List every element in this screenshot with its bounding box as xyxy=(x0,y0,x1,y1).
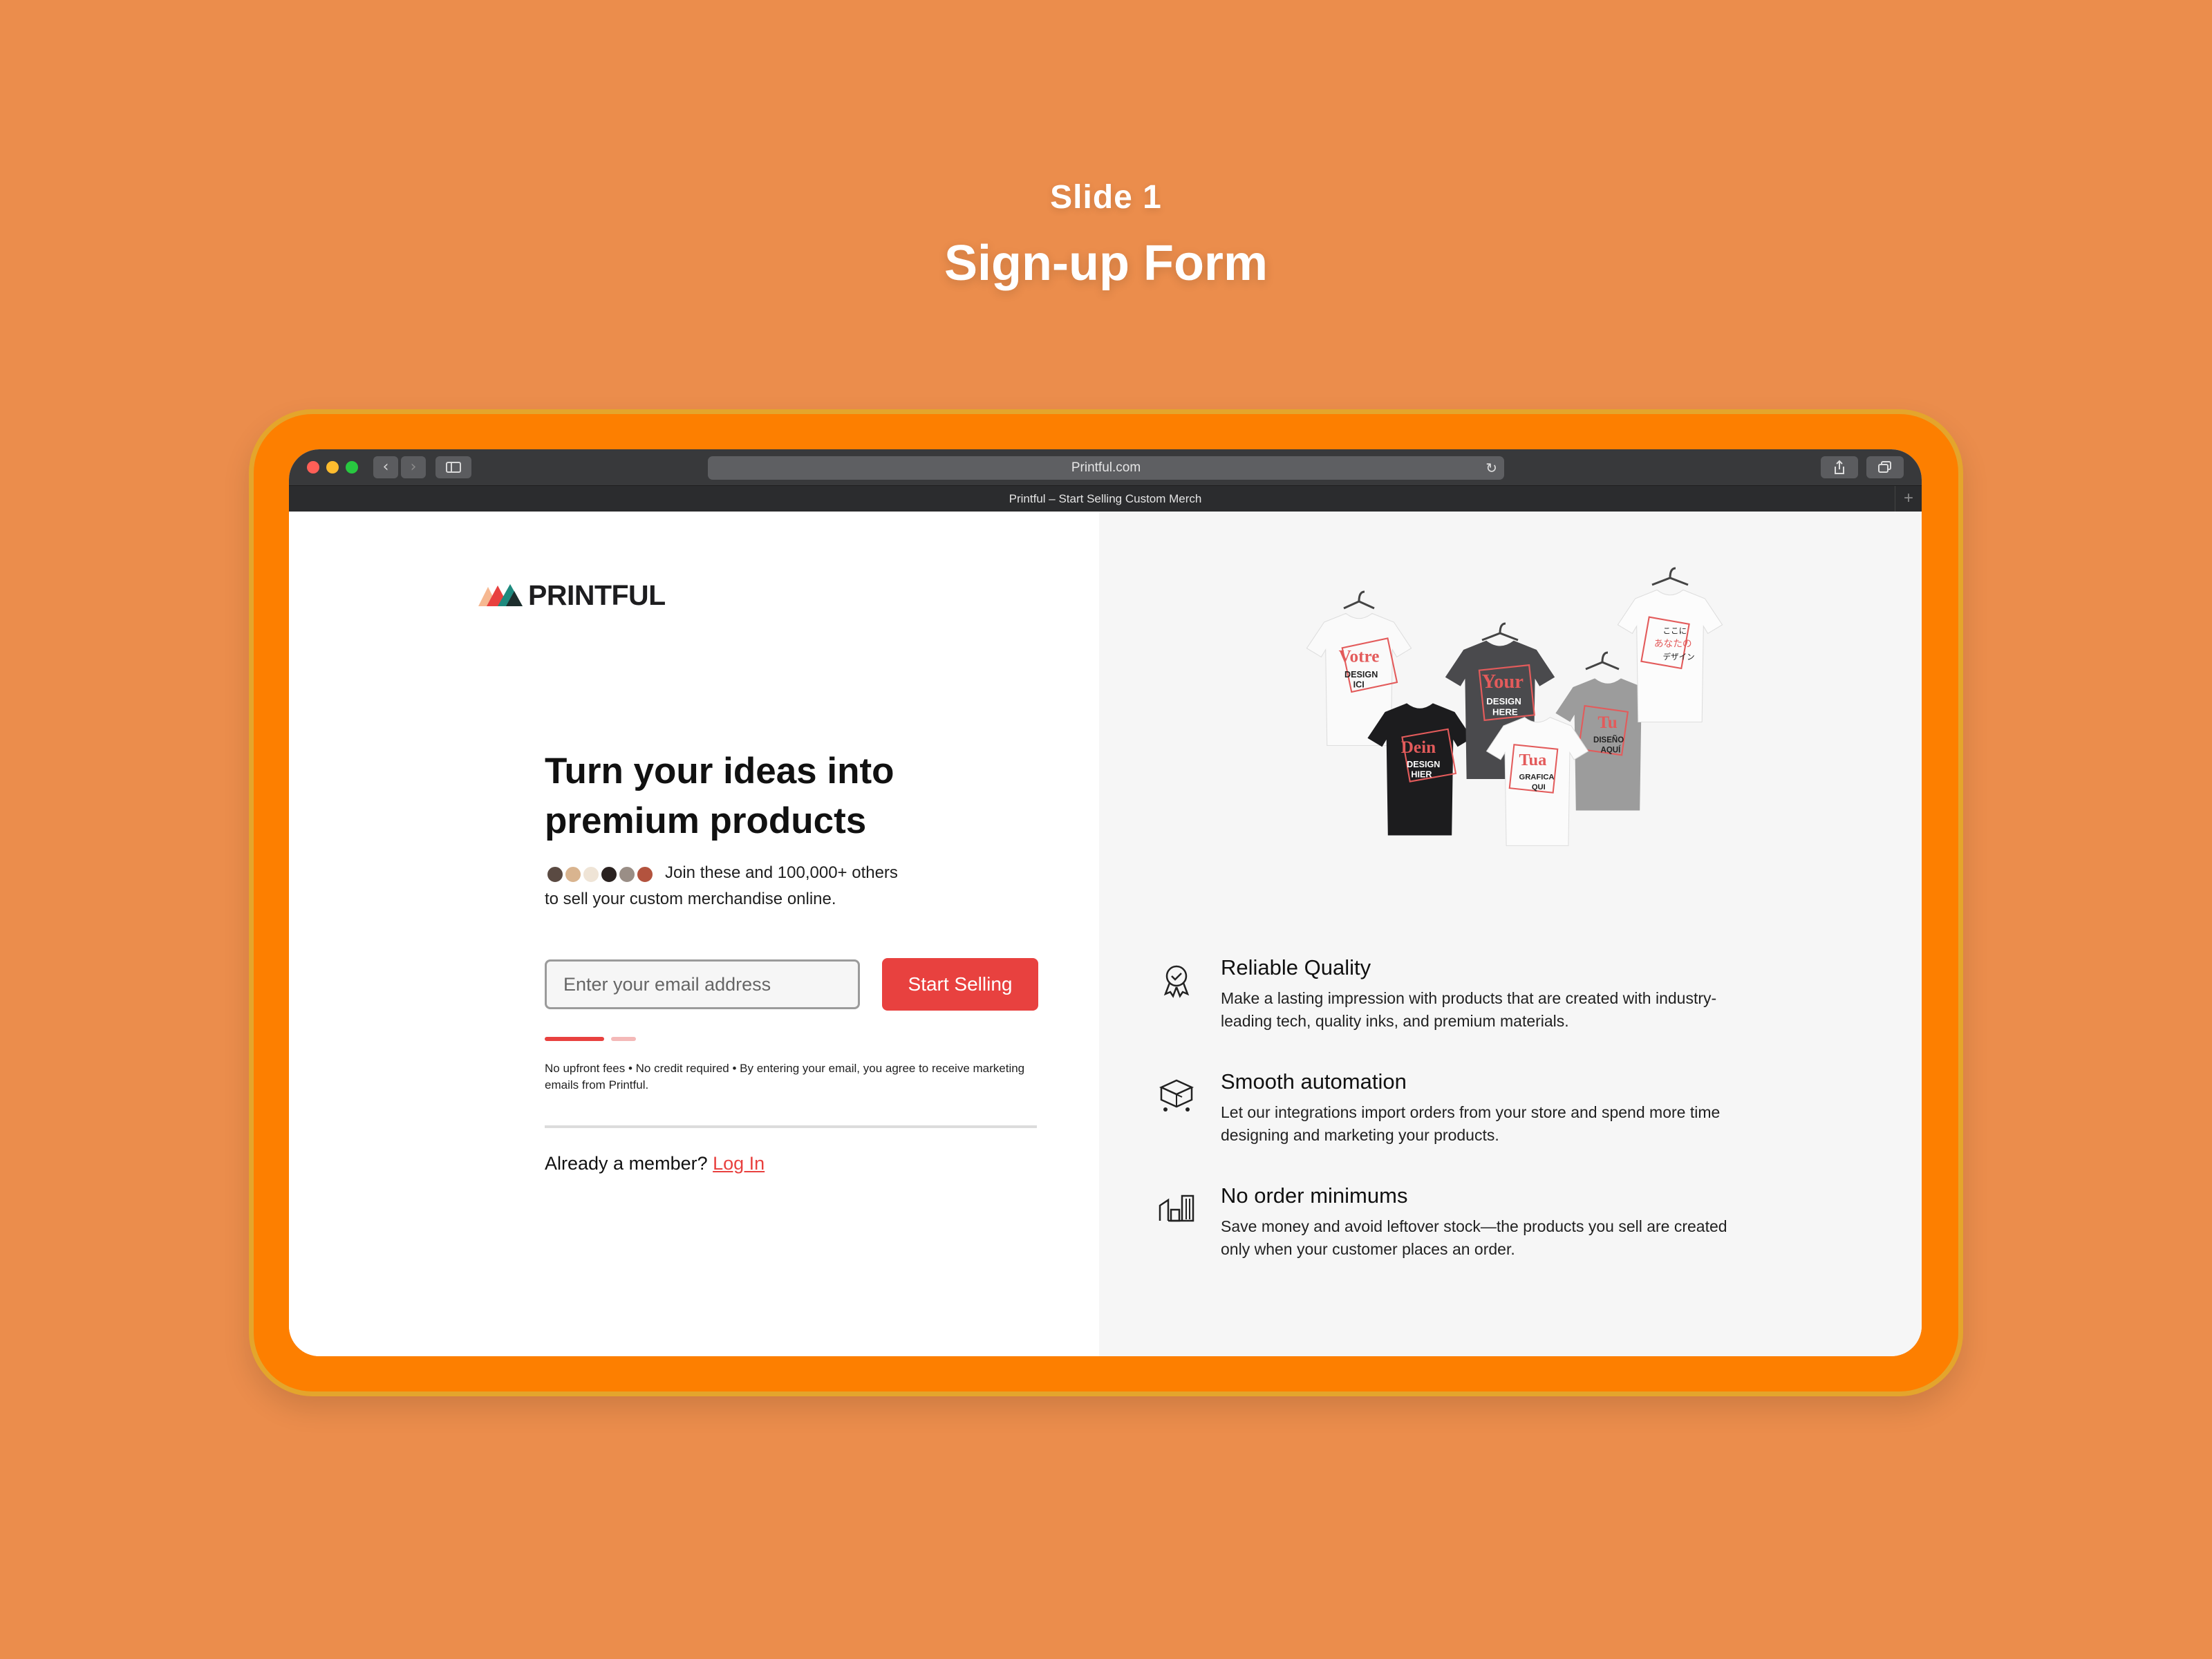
tshirt-print-line: QUI xyxy=(1532,783,1546,791)
tshirt-print-line: あなたの xyxy=(1654,638,1692,649)
tshirt-print-line: DISEÑO xyxy=(1593,735,1624,744)
avatar xyxy=(618,865,636,883)
zoom-window-button[interactable] xyxy=(346,461,358,474)
page-headline: Turn your ideas into premium products xyxy=(545,751,894,841)
warehouse-icon xyxy=(1159,1194,1194,1222)
browser-window: ‹ › Printful.com ↻ Printful – Start Sell… xyxy=(289,449,1922,1356)
tab-bar: Printful – Start Selling Custom Merch + xyxy=(289,485,1922,512)
feature-title: Reliable Quality xyxy=(1221,955,1371,980)
slide-title: Sign-up Form xyxy=(944,236,1268,291)
tabs-overview-button[interactable] xyxy=(1866,456,1904,478)
features-pane: Votre DESIGN ICI Dein DESIGN HIER Tu DIS… xyxy=(1099,512,1922,1356)
tshirts-image: Votre DESIGN ICI Dein DESIGN HIER Tu DIS… xyxy=(1306,567,1723,846)
share-button[interactable] xyxy=(1821,456,1858,478)
address-bar[interactable]: Printful.com ↻ xyxy=(708,456,1504,480)
feature-description: Save money and avoid leftover stock—the … xyxy=(1221,1217,1727,1258)
avatar xyxy=(582,865,600,883)
minimize-window-button[interactable] xyxy=(326,461,339,474)
tshirt-print-line: DESIGN xyxy=(1344,670,1378,679)
slide-label: Slide 1 xyxy=(1050,179,1162,216)
member-prompt-text: Already a member? xyxy=(545,1153,708,1174)
brand-name: PRINTFUL xyxy=(528,579,666,611)
tshirt-print-line: DESIGN xyxy=(1407,760,1440,769)
divider xyxy=(545,1125,1037,1128)
browser-toolbar: ‹ › Printful.com ↻ xyxy=(289,449,1922,485)
plus-icon: + xyxy=(1903,489,1913,507)
start-selling-button[interactable]: Start Selling xyxy=(882,958,1038,1011)
social-proof-text: Join these and 100,000+ others xyxy=(665,863,898,882)
step-indicator-active xyxy=(545,1037,604,1041)
close-window-button[interactable] xyxy=(307,461,319,474)
reload-icon[interactable]: ↻ xyxy=(1485,456,1497,480)
feature-description: Let our integrations import orders from … xyxy=(1221,1103,1721,1144)
tabs-icon xyxy=(1878,461,1891,473)
url-text: Printful.com xyxy=(1071,460,1141,475)
step-indicator-inactive xyxy=(611,1037,636,1041)
avatar xyxy=(546,865,564,883)
feature-title: No order minimums xyxy=(1221,1183,1408,1208)
email-input[interactable] xyxy=(545,959,860,1009)
chevron-right-icon: › xyxy=(410,458,417,476)
tshirt-print-word: Your xyxy=(1482,671,1524,693)
tshirt-print-line: デザイン xyxy=(1663,652,1695,662)
printful-logo xyxy=(478,584,523,606)
boxes-icon xyxy=(1159,1079,1194,1112)
tshirt-print-word: Votre xyxy=(1339,648,1380,666)
login-prompt: Already a member? Log In xyxy=(545,1153,765,1174)
signup-pane: PRINTFUL Turn your ideas into premium pr… xyxy=(289,512,1099,1356)
new-tab-button[interactable]: + xyxy=(1895,486,1922,512)
sidebar-toggle-button[interactable] xyxy=(435,456,471,478)
share-icon xyxy=(1835,460,1844,474)
feature-title: Smooth automation xyxy=(1221,1069,1407,1094)
tshirt-print-line: DESIGN xyxy=(1486,696,1521,706)
tshirt-print-line: HIER xyxy=(1411,770,1432,780)
social-proof-subtext: to sell your custom merchandise online. xyxy=(545,890,836,908)
tshirt-print-word: Dein xyxy=(1401,738,1436,757)
tshirt-print-word: ここに xyxy=(1663,626,1687,635)
tshirt-print-word: Tu xyxy=(1597,713,1618,732)
tshirt-print-word: Tua xyxy=(1519,751,1546,769)
award-ribbon-icon xyxy=(1163,965,1190,998)
tshirt-print-line: GRAFICA xyxy=(1519,774,1554,782)
avatar xyxy=(564,865,582,883)
login-link[interactable]: Log In xyxy=(713,1153,765,1174)
tshirt-print-line: HERE xyxy=(1492,707,1518,718)
tshirt-print-line: AQUÍ xyxy=(1601,746,1622,755)
avatar xyxy=(600,865,618,883)
active-tab[interactable]: Printful – Start Selling Custom Merch xyxy=(289,486,1922,512)
chevron-left-icon: ‹ xyxy=(382,458,389,476)
feature-description: Make a lasting impression with products … xyxy=(1221,989,1717,1030)
sidebar-icon xyxy=(446,462,461,473)
fine-print: No upfront fees • No credit required • B… xyxy=(545,1062,1025,1091)
tshirt-print-line: ICI xyxy=(1353,680,1365,690)
avatar xyxy=(636,865,654,883)
forward-button[interactable]: › xyxy=(401,456,426,478)
back-button[interactable]: ‹ xyxy=(373,456,398,478)
